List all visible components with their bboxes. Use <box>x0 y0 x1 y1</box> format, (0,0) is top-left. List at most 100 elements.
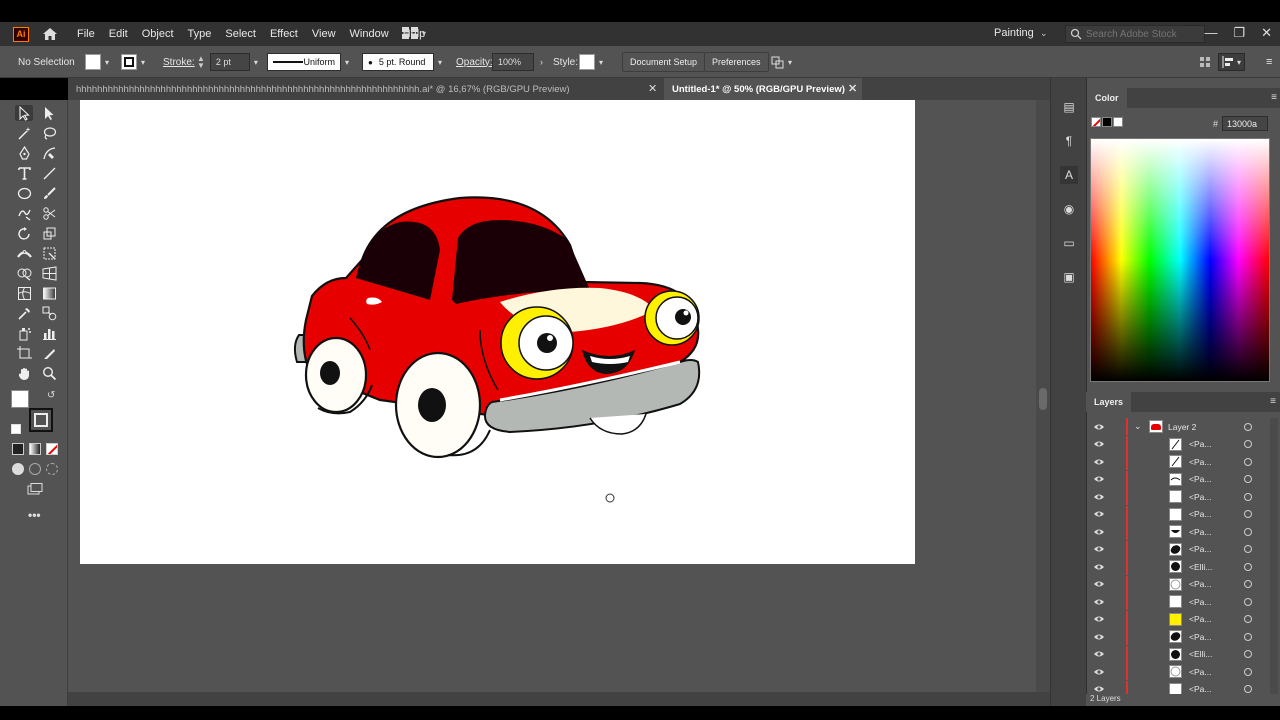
direct-selection-tool-icon[interactable] <box>40 105 58 121</box>
brush-definition[interactable]: ● 5 pt. Round ▾ <box>362 46 442 78</box>
layers-scrollbar[interactable] <box>1270 418 1278 694</box>
layers-panel-tab[interactable]: Layers <box>1086 392 1132 412</box>
visibility-eye-icon[interactable] <box>1093 422 1105 432</box>
gradient-mode-icon[interactable] <box>29 443 41 455</box>
layer-row[interactable]: <Pa... <box>1086 505 1270 524</box>
target-circle-icon[interactable] <box>1244 475 1252 484</box>
layer-row[interactable]: <Pa... <box>1086 628 1270 646</box>
chevron-down-icon[interactable]: ⌄ <box>1040 28 1048 39</box>
layer-name[interactable]: <Pa... <box>1189 457 1211 467</box>
menu-window[interactable]: Window <box>350 28 389 40</box>
artboard[interactable] <box>80 100 915 564</box>
canvas-area[interactable] <box>68 100 1050 692</box>
perspective-grid-tool-icon[interactable] <box>40 265 58 281</box>
symbol-sprayer-tool-icon[interactable] <box>15 325 33 341</box>
target-circle-icon[interactable] <box>1244 492 1252 501</box>
target-circle-icon[interactable] <box>1244 422 1252 431</box>
restore-icon[interactable]: ❐ <box>1233 25 1245 41</box>
scissors-tool-icon[interactable] <box>40 205 58 221</box>
target-circle-icon[interactable] <box>1244 562 1252 571</box>
screen-mode-icon[interactable] <box>27 483 43 495</box>
color-mode-icon[interactable] <box>12 443 24 455</box>
visibility-eye-icon[interactable] <box>1093 649 1105 659</box>
menu-view[interactable]: View <box>312 28 336 40</box>
fill-color-swatch[interactable] <box>11 390 29 408</box>
visibility-eye-icon[interactable] <box>1093 597 1105 607</box>
menu-object[interactable]: Object <box>142 28 174 40</box>
menu-file[interactable]: File <box>77 28 95 40</box>
layer-row[interactable]: <Pa... <box>1086 453 1270 471</box>
align-icon[interactable]: ▾ <box>1218 46 1246 78</box>
stroke-weight-control[interactable]: ▲ ▼ 2 pt ▾ <box>197 46 258 78</box>
fill-swatch[interactable] <box>85 54 101 70</box>
fill-control[interactable]: ▾ <box>85 46 109 78</box>
target-circle-icon[interactable] <box>1244 440 1252 449</box>
layer-name[interactable]: <Pa... <box>1189 579 1211 589</box>
layer-row[interactable]: <Pa... <box>1086 470 1270 489</box>
layer-name[interactable]: <Pa... <box>1189 439 1211 449</box>
layer-name[interactable]: <Pa... <box>1189 527 1211 537</box>
chevron-down-icon[interactable]: ▾ <box>438 58 442 67</box>
layer-row[interactable]: <Pa... <box>1086 488 1270 506</box>
type-tool-icon[interactable] <box>15 165 33 181</box>
preferences-button[interactable]: Preferences <box>704 52 769 72</box>
layer-name[interactable]: <Pa... <box>1189 614 1211 624</box>
layer-name[interactable]: <Pa... <box>1189 684 1211 694</box>
target-circle-icon[interactable] <box>1244 580 1252 589</box>
layer-row[interactable]: <Pa... <box>1086 663 1270 681</box>
curvature-tool-icon[interactable] <box>40 145 58 161</box>
scale-tool-icon[interactable] <box>40 225 58 241</box>
stock-search[interactable] <box>1065 25 1205 43</box>
line-tool-icon[interactable] <box>40 165 58 181</box>
visibility-eye-icon[interactable] <box>1093 439 1105 449</box>
chevron-down-icon[interactable]: ▾ <box>345 58 349 67</box>
none-mode-icon[interactable] <box>46 443 58 455</box>
visibility-eye-icon[interactable] <box>1093 457 1105 467</box>
hex-input[interactable]: 13000a <box>1222 116 1269 131</box>
chevron-down-icon[interactable]: ▾ <box>599 58 603 67</box>
eyedropper-tool-icon[interactable] <box>15 305 33 321</box>
draw-inside-icon[interactable] <box>46 463 58 475</box>
opacity-control[interactable]: 100% › <box>492 46 543 78</box>
blend-tool-icon[interactable] <box>40 305 58 321</box>
home-icon[interactable] <box>41 26 59 42</box>
visibility-eye-icon[interactable] <box>1093 684 1105 694</box>
target-circle-icon[interactable] <box>1244 650 1252 659</box>
visibility-eye-icon[interactable] <box>1093 667 1105 677</box>
document-setup-button[interactable]: Document Setup <box>622 52 706 72</box>
paintbrush-tool-icon[interactable] <box>40 185 58 201</box>
slice-tool-icon[interactable] <box>40 345 58 361</box>
free-transform-tool-icon[interactable] <box>40 245 58 261</box>
paragraph-panel-icon[interactable]: ¶ <box>1060 132 1078 150</box>
layer-row[interactable]: <Pa... <box>1086 523 1270 541</box>
vertical-scrollbar[interactable] <box>1036 100 1050 692</box>
more-tools-icon[interactable]: ••• <box>28 508 41 522</box>
style-swatch[interactable] <box>579 54 595 70</box>
zoom-tool-icon[interactable] <box>40 365 58 381</box>
search-input[interactable] <box>1086 28 1201 40</box>
visibility-eye-icon[interactable] <box>1093 527 1105 537</box>
target-circle-icon[interactable] <box>1244 527 1252 536</box>
visibility-eye-icon[interactable] <box>1093 474 1105 484</box>
stroke-swatch[interactable] <box>121 54 137 70</box>
panel-menu-icon[interactable]: ≡ <box>1270 396 1276 407</box>
layer-row[interactable]: <Pa... <box>1086 435 1270 454</box>
arrange-menu[interactable]: ▾ <box>771 46 792 78</box>
layer-name[interactable]: <Elli... <box>1189 562 1212 572</box>
swap-colors-icon[interactable]: ↺ <box>47 390 55 401</box>
menu-effect[interactable]: Effect <box>270 28 298 40</box>
target-circle-icon[interactable] <box>1244 597 1252 606</box>
white-swatch[interactable] <box>1113 117 1123 127</box>
layer-name[interactable]: <Pa... <box>1189 597 1211 607</box>
character-panel-icon[interactable]: A <box>1060 166 1078 184</box>
color-spectrum[interactable] <box>1090 138 1270 382</box>
layer-row[interactable]: <Pa... <box>1086 610 1270 629</box>
opacity-field[interactable]: 100% <box>492 53 534 71</box>
ellipse-tool-icon[interactable] <box>15 185 33 201</box>
selection-tool-icon[interactable] <box>15 105 33 121</box>
opacity-label[interactable]: Opacity: <box>456 46 493 78</box>
scroll-thumb[interactable] <box>1039 388 1047 410</box>
layer-name[interactable]: Layer 2 <box>1168 422 1196 432</box>
layer-name[interactable]: <Pa... <box>1189 667 1211 677</box>
rotate-tool-icon[interactable] <box>15 225 33 241</box>
